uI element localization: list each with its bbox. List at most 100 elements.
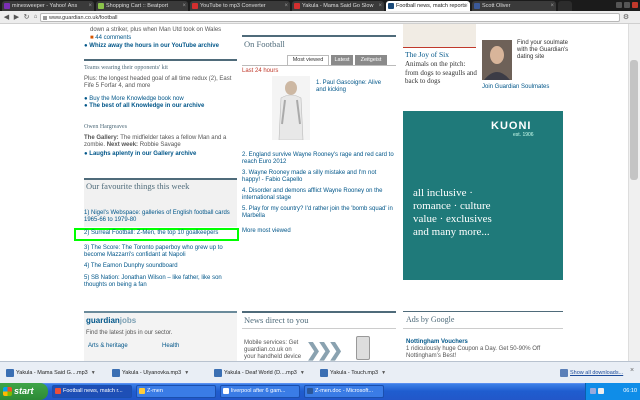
taskbar-item-folder[interactable]: Z-men [136, 385, 216, 398]
divider [403, 328, 563, 329]
dropdown-arrow-icon[interactable]: ▼ [300, 367, 305, 379]
tab-most-viewed[interactable]: Most viewed [287, 55, 329, 65]
link-label: The best of all Knowledge in our archive [89, 103, 205, 109]
taskbar-item-liverpool[interactable]: liverpool after 6 gam... [220, 385, 300, 398]
owen-title[interactable]: Owen Hargreaves [84, 124, 127, 131]
close-tab-icon[interactable]: × [88, 1, 92, 11]
system-tray: 06:10 [585, 383, 640, 400]
address-bar[interactable]: www.guardian.co.uk/football [40, 13, 620, 22]
jobs-health-link[interactable]: Health [162, 343, 179, 350]
start-label: start [14, 386, 34, 396]
most-viewed-item-4[interactable]: 4. Disorder and demons afflict Wayne Roo… [242, 188, 394, 202]
jobs-arts-link[interactable]: Arts & heritage [88, 343, 128, 350]
next-week-name: Robbie Savage [138, 142, 181, 148]
scrollbar-thumb[interactable] [630, 60, 638, 180]
taskbar-item-chrome[interactable]: Football news, match r... [52, 385, 132, 398]
word-icon [307, 388, 313, 394]
gallery-text: The Gallery: The midfielder takes a fell… [84, 135, 234, 149]
download-item[interactable]: Yakula - Touch.mp3 ▼ [320, 367, 386, 379]
taskbar-item-word[interactable]: Z-men.doc - Microsoft... [304, 385, 384, 398]
most-viewed-item-1[interactable]: 1. Paul Gascoigne: Alive and kicking [316, 80, 392, 94]
minimize-icon[interactable] [616, 2, 622, 8]
dropdown-arrow-icon[interactable]: ▼ [91, 367, 96, 379]
youtube-favicon-icon [192, 3, 198, 9]
most-viewed-item-5[interactable]: 5. Play for my country? I'd rather join … [242, 206, 394, 220]
forward-arrow-icon[interactable]: ▶ [12, 13, 21, 22]
knowledge-archive-link[interactable]: ● The best of all Knowledge in our archi… [84, 103, 204, 110]
maximize-icon[interactable] [624, 2, 630, 8]
taskbar-label: Football news, match r... [63, 388, 123, 394]
dropdown-arrow-icon[interactable]: ▼ [184, 367, 189, 379]
most-viewed-item-3[interactable]: 3. Wayne Rooney made a silly mistake and… [242, 170, 394, 184]
section-divider [403, 311, 563, 312]
wrench-icon[interactable]: ⚙ [622, 13, 630, 22]
tab-beatport[interactable]: Shopping Cart :: Beatport × [96, 1, 188, 11]
nottingham-vouchers-link[interactable]: Nottingham Vouchers [406, 339, 468, 346]
folder-icon [139, 388, 145, 394]
joy-of-six-box[interactable]: The Joy of Six Animals on the pitch: fro… [403, 24, 477, 104]
kuoni-ad[interactable]: KUONI est. 1906 all inclusive · romance … [403, 111, 563, 280]
join-soulmates-link[interactable]: Join Guardian Soulmates [482, 84, 549, 91]
tab-latest[interactable]: Latest [331, 55, 353, 65]
close-tab-icon[interactable]: × [378, 1, 382, 11]
start-button[interactable]: start [0, 383, 48, 400]
download-item[interactable]: Yakula - Ulyanovka.mp3 ▼ [112, 367, 189, 379]
guardian-jobs-logo[interactable]: guardianjobs [86, 316, 137, 325]
back-arrow-icon[interactable]: ◀ [2, 13, 11, 22]
download-item[interactable]: Yakula - Deaf World (D....mp3 ▼ [214, 367, 305, 379]
tab-title: YouTube to mp3 Converter [200, 3, 266, 9]
download-name: Yakula - Mama Said G....mp3 [16, 370, 88, 376]
ad-line: romance · culture [413, 200, 491, 212]
gascoigne-photo[interactable] [272, 76, 310, 141]
comments-link[interactable]: ■ 44 comments [90, 35, 131, 42]
youtube-favicon-icon [294, 3, 300, 9]
tab-yakula[interactable]: Yakula - Mama Said Go Slow × [292, 1, 384, 11]
more-most-viewed-link[interactable]: More most viewed [242, 228, 291, 235]
link-label: Laughs aplenty in our Gallery archive [89, 151, 197, 157]
tab-title: Yakula - Mama Said Go Slow [302, 3, 374, 9]
network-icon[interactable] [590, 388, 596, 394]
tab-youtube-mp3[interactable]: YouTube to mp3 Converter × [190, 1, 290, 11]
audio-file-icon [214, 369, 222, 377]
home-icon[interactable]: ⌂ [31, 13, 40, 22]
show-all-downloads-link[interactable]: Show all downloads... [560, 367, 623, 379]
ad-line: value · exclusives [413, 213, 492, 225]
favourites-title: Our favourite things this week [86, 181, 190, 191]
tab-minesweeper[interactable]: minesweeper - Yahoo! Ans × [2, 1, 94, 11]
ads-by-google-label[interactable]: Ads by Google [406, 316, 454, 324]
close-window-icon[interactable] [632, 2, 638, 8]
youtube-archive-link[interactable]: ● Whizz away the hours in our YouTube ar… [84, 43, 219, 50]
new-tab-button[interactable] [558, 1, 572, 11]
gallery-archive-link[interactable]: ● Laughs aplenty in our Gallery archive [84, 151, 196, 158]
close-tab-icon[interactable]: × [550, 1, 554, 11]
colours-title[interactable]: Teams wearing their opponents' kit [84, 65, 168, 72]
close-bar-icon[interactable]: × [630, 367, 634, 374]
taskbar-label: Z-men [147, 388, 163, 394]
favourite-item-1[interactable]: 1) Nigel's Webspace: galleries of Englis… [84, 210, 234, 224]
joy-of-six-title: The Joy of Six [405, 50, 449, 59]
tab-guardian-football[interactable]: Football news, match reports × [386, 1, 470, 11]
taskbar-label: liverpool after 6 gam... [231, 388, 286, 394]
tab-scott-oliver[interactable]: Scott Oliver × [472, 1, 556, 11]
soulmates-photo[interactable] [482, 40, 512, 80]
download-item[interactable]: Yakula - Mama Said G....mp3 ▼ [6, 367, 96, 379]
logo-part: jobs [119, 316, 137, 325]
favourite-item-4[interactable]: 4) The Eamon Dunphy soundboard [84, 263, 178, 270]
favourite-item-5[interactable]: 5) SB Nation: Jonathan Wilson – like fat… [84, 275, 234, 289]
reload-icon[interactable]: ↻ [22, 13, 31, 22]
volume-icon[interactable] [598, 388, 604, 394]
soulmates-text: Find your soulmate with the Guardian's d… [517, 40, 569, 60]
favourite-item-2[interactable]: 2) Surreal Football: Z-Men, the top 10 g… [84, 230, 218, 237]
favourite-item-3[interactable]: 3) The Score: The Toronto paperboy who g… [84, 245, 234, 259]
close-tab-icon[interactable]: × [464, 1, 468, 11]
most-viewed-item-2[interactable]: 2. England survive Wayne Rooney's rage a… [242, 152, 394, 166]
yahoo-favicon-icon [4, 3, 10, 9]
tab-zeitgeist[interactable]: Zeitgeist [355, 55, 387, 65]
close-tab-icon[interactable]: × [182, 1, 186, 11]
mobile-services-text: Mobile services: Get guardian.co.uk on y… [244, 340, 302, 360]
section-divider [242, 35, 396, 37]
buy-book-link[interactable]: ● Buy the More Knowledge book now [84, 96, 184, 103]
clock[interactable]: 06:10 [623, 388, 637, 394]
close-tab-icon[interactable]: × [284, 1, 288, 11]
dropdown-arrow-icon[interactable]: ▼ [381, 367, 386, 379]
